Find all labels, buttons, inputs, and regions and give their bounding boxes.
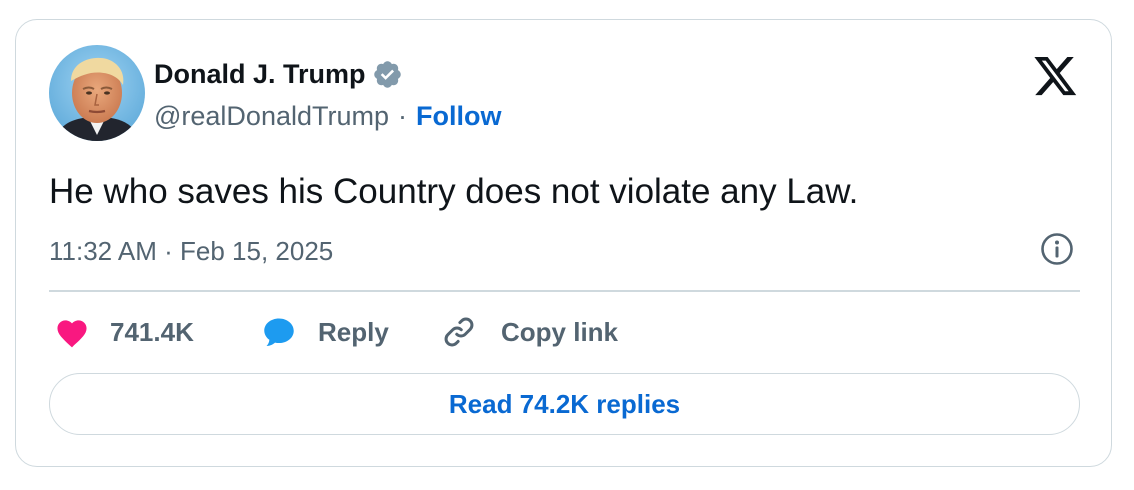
heart-icon <box>57 320 87 348</box>
tweet-text: He who saves his Country does not violat… <box>49 172 859 211</box>
tweet-card: Donald J. Trump @realDonaldTrump · Follo… <box>15 19 1112 467</box>
reply-button[interactable]: Reply <box>261 312 389 352</box>
tweet-timestamp[interactable]: 11:32 AM · Feb 15, 2025 <box>49 234 333 268</box>
link-icon <box>444 317 474 347</box>
like-count: 741.4K <box>110 316 194 347</box>
author-name[interactable]: Donald J. Trump <box>154 59 366 90</box>
read-replies-label: Read 74.2K replies <box>448 388 681 419</box>
copy-link-label: Copy link <box>501 316 619 347</box>
divider <box>49 290 1080 292</box>
read-replies-button[interactable]: Read 74.2K replies <box>49 373 1080 435</box>
author-name-row: Donald J. Trump <box>154 56 403 92</box>
author-handle-row: @realDonaldTrump · Follow <box>154 98 501 134</box>
reply-label: Reply <box>318 316 389 347</box>
avatar[interactable] <box>49 45 145 141</box>
copy-link-button[interactable]: Copy link <box>441 312 618 352</box>
speech-bubble-icon <box>264 318 294 347</box>
verified-badge-icon <box>373 60 401 88</box>
like-button[interactable]: 741.4K <box>54 312 194 352</box>
separator-dot: · <box>398 100 407 131</box>
info-icon[interactable] <box>1040 232 1074 266</box>
follow-button[interactable]: Follow <box>416 101 501 132</box>
author-handle[interactable]: @realDonaldTrump <box>154 101 389 132</box>
x-logo-icon[interactable] <box>1034 57 1078 97</box>
avatar-photo <box>49 45 145 141</box>
